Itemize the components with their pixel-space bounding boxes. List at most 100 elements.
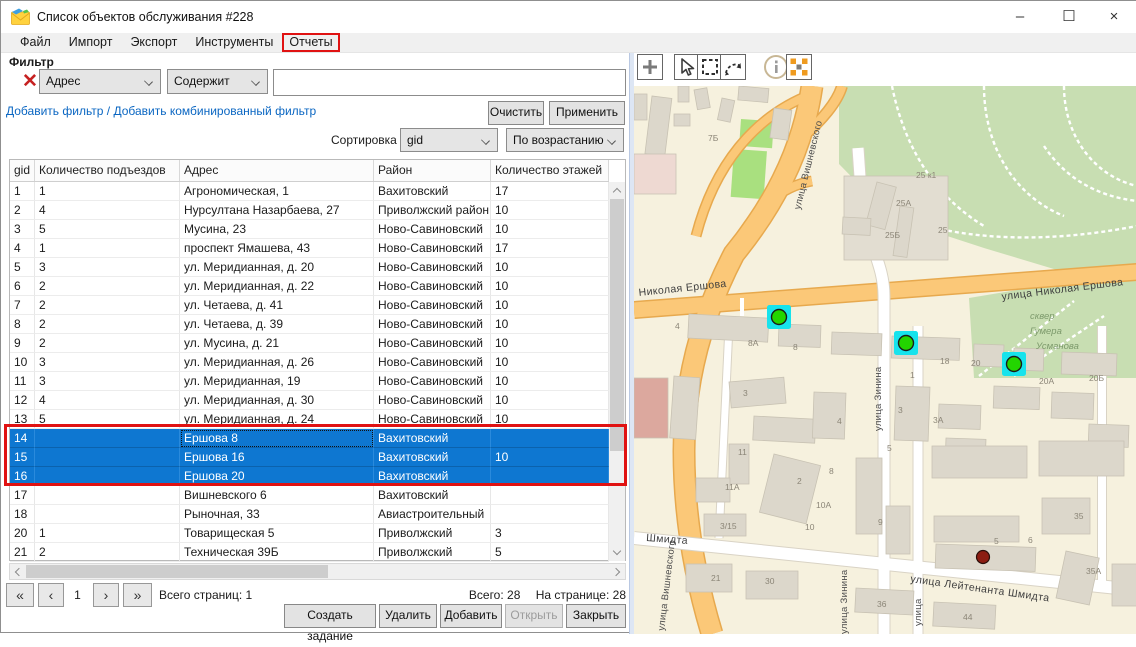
table-row[interactable]: 62ул. Меридианная, д. 22Ново-Савиновский… (10, 277, 609, 296)
table-cell[interactable]: 5 (10, 258, 35, 277)
table-cell[interactable]: 14 (10, 429, 35, 448)
table-cell[interactable]: ул. Меридианная, д. 30 (180, 391, 374, 410)
table-row[interactable]: 124ул. Меридианная, д. 30Ново-Савиновски… (10, 391, 609, 410)
table-row[interactable]: 92ул. Мусина, д. 21Ново-Савиновский10 (10, 334, 609, 353)
table-cell[interactable] (35, 486, 180, 505)
vertical-scrollbar[interactable] (609, 182, 625, 561)
clear-button[interactable]: Очистить (488, 101, 544, 125)
table-cell[interactable]: 10 (491, 353, 609, 372)
table-cell[interactable]: Ново-Савиновский (374, 353, 491, 372)
table-cell[interactable]: 10 (491, 258, 609, 277)
maximize-button[interactable]: ☐ (1048, 1, 1090, 32)
table-cell[interactable]: ул. Меридианная, 19 (180, 372, 374, 391)
table-row[interactable]: 35Мусина, 23Ново-Савиновский10 (10, 220, 609, 239)
map-lasso-select-icon[interactable] (720, 54, 746, 80)
table-cell[interactable]: ул. Четаева, д. 39 (180, 315, 374, 334)
table-cell[interactable] (35, 505, 180, 524)
filter-operator-select[interactable]: Содержит (167, 69, 268, 94)
horizontal-scrollbar-thumb[interactable] (26, 565, 328, 578)
table-cell[interactable]: Ново-Савиновский (374, 296, 491, 315)
table-cell[interactable]: Нурсултана Назарбаева, 27 (180, 201, 374, 220)
table-cell[interactable]: Авиастроительный (374, 505, 491, 524)
table-cell[interactable]: 7 (10, 296, 35, 315)
table-cell[interactable]: 10 (491, 448, 609, 467)
add-button[interactable]: Добавить (440, 604, 502, 628)
create-task-button[interactable]: Создать задание (284, 604, 376, 628)
table-cell[interactable]: 10 (491, 277, 609, 296)
table-cell[interactable]: Ново-Савиновский (374, 315, 491, 334)
table-cell[interactable]: 2 (35, 334, 180, 353)
table-cell[interactable]: 4 (10, 239, 35, 258)
table-cell[interactable]: 3 (35, 353, 180, 372)
remove-filter-icon[interactable]: ✕ (19, 71, 41, 93)
filter-query-input[interactable] (273, 69, 626, 96)
table-row[interactable]: 72ул. Четаева, д. 41Ново-Савиновский10 (10, 296, 609, 315)
map-object-marker[interactable] (977, 551, 990, 564)
table-cell[interactable]: Приволжский район (374, 201, 491, 220)
table-row[interactable]: 18Рыночная, 33Авиастроительный (10, 505, 609, 524)
next-page-button[interactable]: › (93, 583, 119, 607)
table-cell[interactable]: 10 (491, 391, 609, 410)
table-cell[interactable]: Ново-Савиновский (374, 258, 491, 277)
table-cell[interactable]: Ново-Савиновский (374, 239, 491, 258)
menu-file[interactable]: Файл (11, 33, 60, 53)
table-cell[interactable]: Ново-Савиновский (374, 410, 491, 429)
table-row[interactable]: 15Ершова 16Вахитовский10 (10, 448, 609, 467)
table-row[interactable]: 212Техническая 39БПриволжский5 (10, 543, 609, 562)
table-cell[interactable]: Ершова 16 (180, 448, 374, 467)
add-filter-link[interactable]: Добавить фильтр (6, 104, 103, 118)
table-cell[interactable]: Ершова 8 (180, 429, 374, 448)
scroll-down-button[interactable] (609, 544, 625, 561)
table-cell[interactable] (491, 467, 609, 486)
table-cell[interactable]: 3 (10, 220, 35, 239)
table-cell[interactable]: 10 (491, 372, 609, 391)
table-cell[interactable]: 3 (35, 372, 180, 391)
table-cell[interactable]: 4 (35, 391, 180, 410)
table-cell[interactable]: 8 (10, 315, 35, 334)
table-cell[interactable]: 9 (10, 334, 35, 353)
table-row[interactable]: 17Вишневского 6Вахитовский (10, 486, 609, 505)
table-cell[interactable]: 2 (35, 277, 180, 296)
table-cell[interactable]: 5 (491, 543, 609, 562)
table-cell[interactable]: ул. Меридианная, д. 26 (180, 353, 374, 372)
table-cell[interactable]: Вахитовский (374, 429, 491, 448)
table-cell[interactable]: 3 (35, 258, 180, 277)
table-cell[interactable]: Вахитовский (374, 182, 491, 201)
column-header[interactable]: Количество этажей (491, 160, 609, 181)
table-row[interactable]: 201Товарищеская 5Приволжский3 (10, 524, 609, 543)
table-row[interactable]: 11Агрономическая, 1Вахитовский17 (10, 182, 609, 201)
menu-tools[interactable]: Инструменты (186, 33, 282, 53)
table-cell[interactable]: 10 (491, 315, 609, 334)
table-cell[interactable]: 1 (35, 182, 180, 201)
column-header[interactable]: gid (10, 160, 35, 181)
close-button[interactable]: Закрыть (566, 604, 626, 628)
menu-import[interactable]: Импорт (60, 33, 122, 53)
menu-reports-highlighted[interactable]: Отчеты (282, 33, 339, 52)
map-canvas[interactable]: 7Б25 к125А25Б2548А8341182020А20Б33А1111А… (634, 86, 1136, 634)
table-cell[interactable] (35, 429, 180, 448)
table-cell[interactable]: 1 (10, 182, 35, 201)
table-cell[interactable]: проспект Ямашева, 43 (180, 239, 374, 258)
table-cell[interactable]: Ново-Савиновский (374, 372, 491, 391)
table-cell[interactable]: 5 (35, 410, 180, 429)
table-cell[interactable]: 10 (491, 220, 609, 239)
table-row[interactable]: 16Ершова 20Вахитовский (10, 467, 609, 486)
table-cell[interactable]: Вишневского 6 (180, 486, 374, 505)
map-zoom-extent-icon[interactable] (786, 54, 812, 80)
table-row[interactable]: 82ул. Четаева, д. 39Ново-Савиновский10 (10, 315, 609, 334)
vertical-scrollbar-thumb[interactable] (610, 199, 624, 451)
table-cell[interactable]: 2 (35, 296, 180, 315)
map-add-object-icon[interactable] (637, 54, 663, 80)
table-cell[interactable]: 17 (491, 182, 609, 201)
table-cell[interactable]: Ново-Савиновский (374, 277, 491, 296)
previous-page-button[interactable]: ‹ (38, 583, 64, 607)
table-cell[interactable]: Вахитовский (374, 467, 491, 486)
table-cell[interactable]: 18 (10, 505, 35, 524)
table-cell[interactable]: Вахитовский (374, 486, 491, 505)
table-cell[interactable]: 10 (491, 296, 609, 315)
table-cell[interactable]: 10 (491, 410, 609, 429)
close-window-button[interactable]: × (1093, 1, 1135, 32)
table-row[interactable]: 41проспект Ямашева, 43Ново-Савиновский17 (10, 239, 609, 258)
table-cell[interactable]: 1 (35, 524, 180, 543)
sort-direction-select[interactable]: По возрастанию (506, 128, 624, 152)
